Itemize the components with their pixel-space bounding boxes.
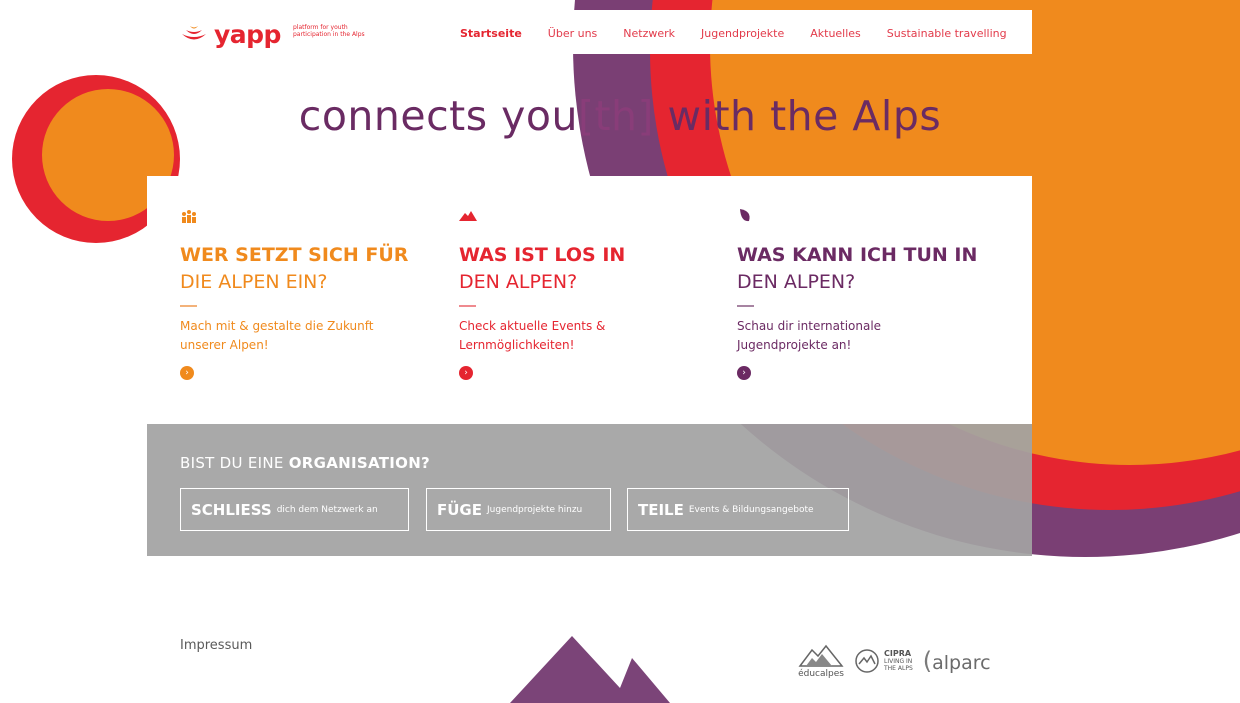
nav-item-aktuelles[interactable]: Aktuelles bbox=[810, 27, 861, 40]
educalpes-label: éducalpes bbox=[798, 669, 844, 679]
cipra-text: CIPRA LIVING IN THE ALPS bbox=[884, 649, 913, 672]
cipra-logo[interactable]: CIPRA LIVING IN THE ALPS bbox=[854, 648, 913, 674]
cipra-circle-icon bbox=[855, 648, 879, 673]
card-description: Mach mit & gestalte die Zukunft unserer … bbox=[180, 319, 374, 352]
impressum-link[interactable]: Impressum bbox=[180, 638, 252, 653]
headline-pre: connects you bbox=[298, 92, 578, 140]
feature-cards-panel: WER SETZT SICH FÜR DIE ALPEN EIN? Mach m… bbox=[147, 176, 1032, 424]
card-arrow-button[interactable]: › bbox=[180, 366, 194, 380]
button-bold-label: TEILE bbox=[638, 500, 684, 519]
cipra-subtitle: LIVING IN THE ALPS bbox=[884, 658, 913, 672]
yapp-logo-icon bbox=[182, 25, 206, 39]
nav-item-startseite[interactable]: Startseite bbox=[460, 27, 522, 40]
educalpes-mountain-icon bbox=[798, 644, 844, 667]
card-title-bold: WAS KANN ICH TUN IN bbox=[737, 244, 978, 266]
share-events-button[interactable]: TEILE Events & Bildungsangebote bbox=[627, 488, 849, 531]
card-title-bold: WAS IST LOS IN bbox=[459, 244, 626, 266]
card-title-light: DIE ALPEN EIN? bbox=[180, 271, 328, 293]
button-bold-label: SCHLIESS bbox=[191, 500, 272, 519]
alparc-logo[interactable]: (alparc bbox=[923, 647, 991, 675]
button-bold-label: FÜGE bbox=[437, 500, 482, 519]
card-title-light: DEN ALPEN? bbox=[737, 271, 856, 293]
mountain-icon bbox=[459, 211, 477, 221]
card-divider bbox=[180, 305, 197, 307]
alparc-label: alparc bbox=[932, 651, 991, 674]
card-title-light: DEN ALPEN? bbox=[459, 271, 578, 293]
main-nav: Startseite Über uns Netzwerk Jugendproje… bbox=[460, 27, 1007, 40]
card-title-bold: WER SETZT SICH FÜR bbox=[180, 244, 409, 266]
alparc-bracket-icon: ( bbox=[922, 646, 933, 675]
card-description: Schau dir internationale Jugendprojekte … bbox=[737, 319, 882, 352]
button-small-label: Events & Bildungsangebote bbox=[688, 504, 814, 515]
nav-item-sustainable-travelling[interactable]: Sustainable travelling bbox=[887, 27, 1007, 40]
people-icon bbox=[182, 210, 196, 223]
headline-bracket: [th] bbox=[577, 92, 655, 140]
join-network-button[interactable]: SCHLIESS dich dem Netzwerk an bbox=[180, 488, 409, 531]
brand-tagline: platform for youth participation in the … bbox=[293, 24, 365, 38]
card-divider bbox=[737, 305, 754, 307]
educalpes-logo[interactable]: éducalpes bbox=[798, 642, 844, 679]
organisation-title-light: BIST DU EINE bbox=[180, 454, 289, 472]
button-small-label: Jugendprojekte hinzu bbox=[487, 504, 583, 515]
nav-item-jugendprojekte[interactable]: Jugendprojekte bbox=[701, 27, 784, 40]
add-projects-button[interactable]: FÜGE Jugendprojekte hinzu bbox=[426, 488, 611, 531]
organisation-panel: BIST DU EINE ORGANISATION? SCHLIESS dich… bbox=[147, 424, 1032, 556]
button-small-label: dich dem Netzwerk an bbox=[276, 504, 378, 515]
organisation-title: BIST DU EINE ORGANISATION? bbox=[180, 454, 430, 472]
nav-item-ueber-uns[interactable]: Über uns bbox=[548, 27, 598, 40]
hero-headline: connects you[th] with the Alps bbox=[0, 92, 1240, 140]
card-divider bbox=[459, 305, 476, 307]
yapp-logo[interactable]: yapp bbox=[180, 22, 281, 47]
leaf-icon bbox=[740, 209, 750, 222]
cipra-name: CIPRA bbox=[884, 649, 912, 658]
card-description: Check aktuelle Events & Lernmöglichkeite… bbox=[459, 319, 606, 352]
organisation-title-bold: ORGANISATION? bbox=[288, 454, 431, 472]
card-arrow-button[interactable]: › bbox=[459, 366, 473, 380]
card-arrow-button[interactable]: › bbox=[737, 366, 751, 380]
logo-wordmark: yapp bbox=[214, 20, 281, 49]
partner-logos: éducalpes CIPRA LIVING IN THE ALPS (alpa… bbox=[798, 642, 991, 679]
site-header: yapp platform for youth participation in… bbox=[165, 10, 1032, 54]
mountains-illustration bbox=[510, 636, 670, 703]
headline-post: with the Alps bbox=[654, 92, 942, 140]
nav-item-netzwerk[interactable]: Netzwerk bbox=[623, 27, 675, 40]
